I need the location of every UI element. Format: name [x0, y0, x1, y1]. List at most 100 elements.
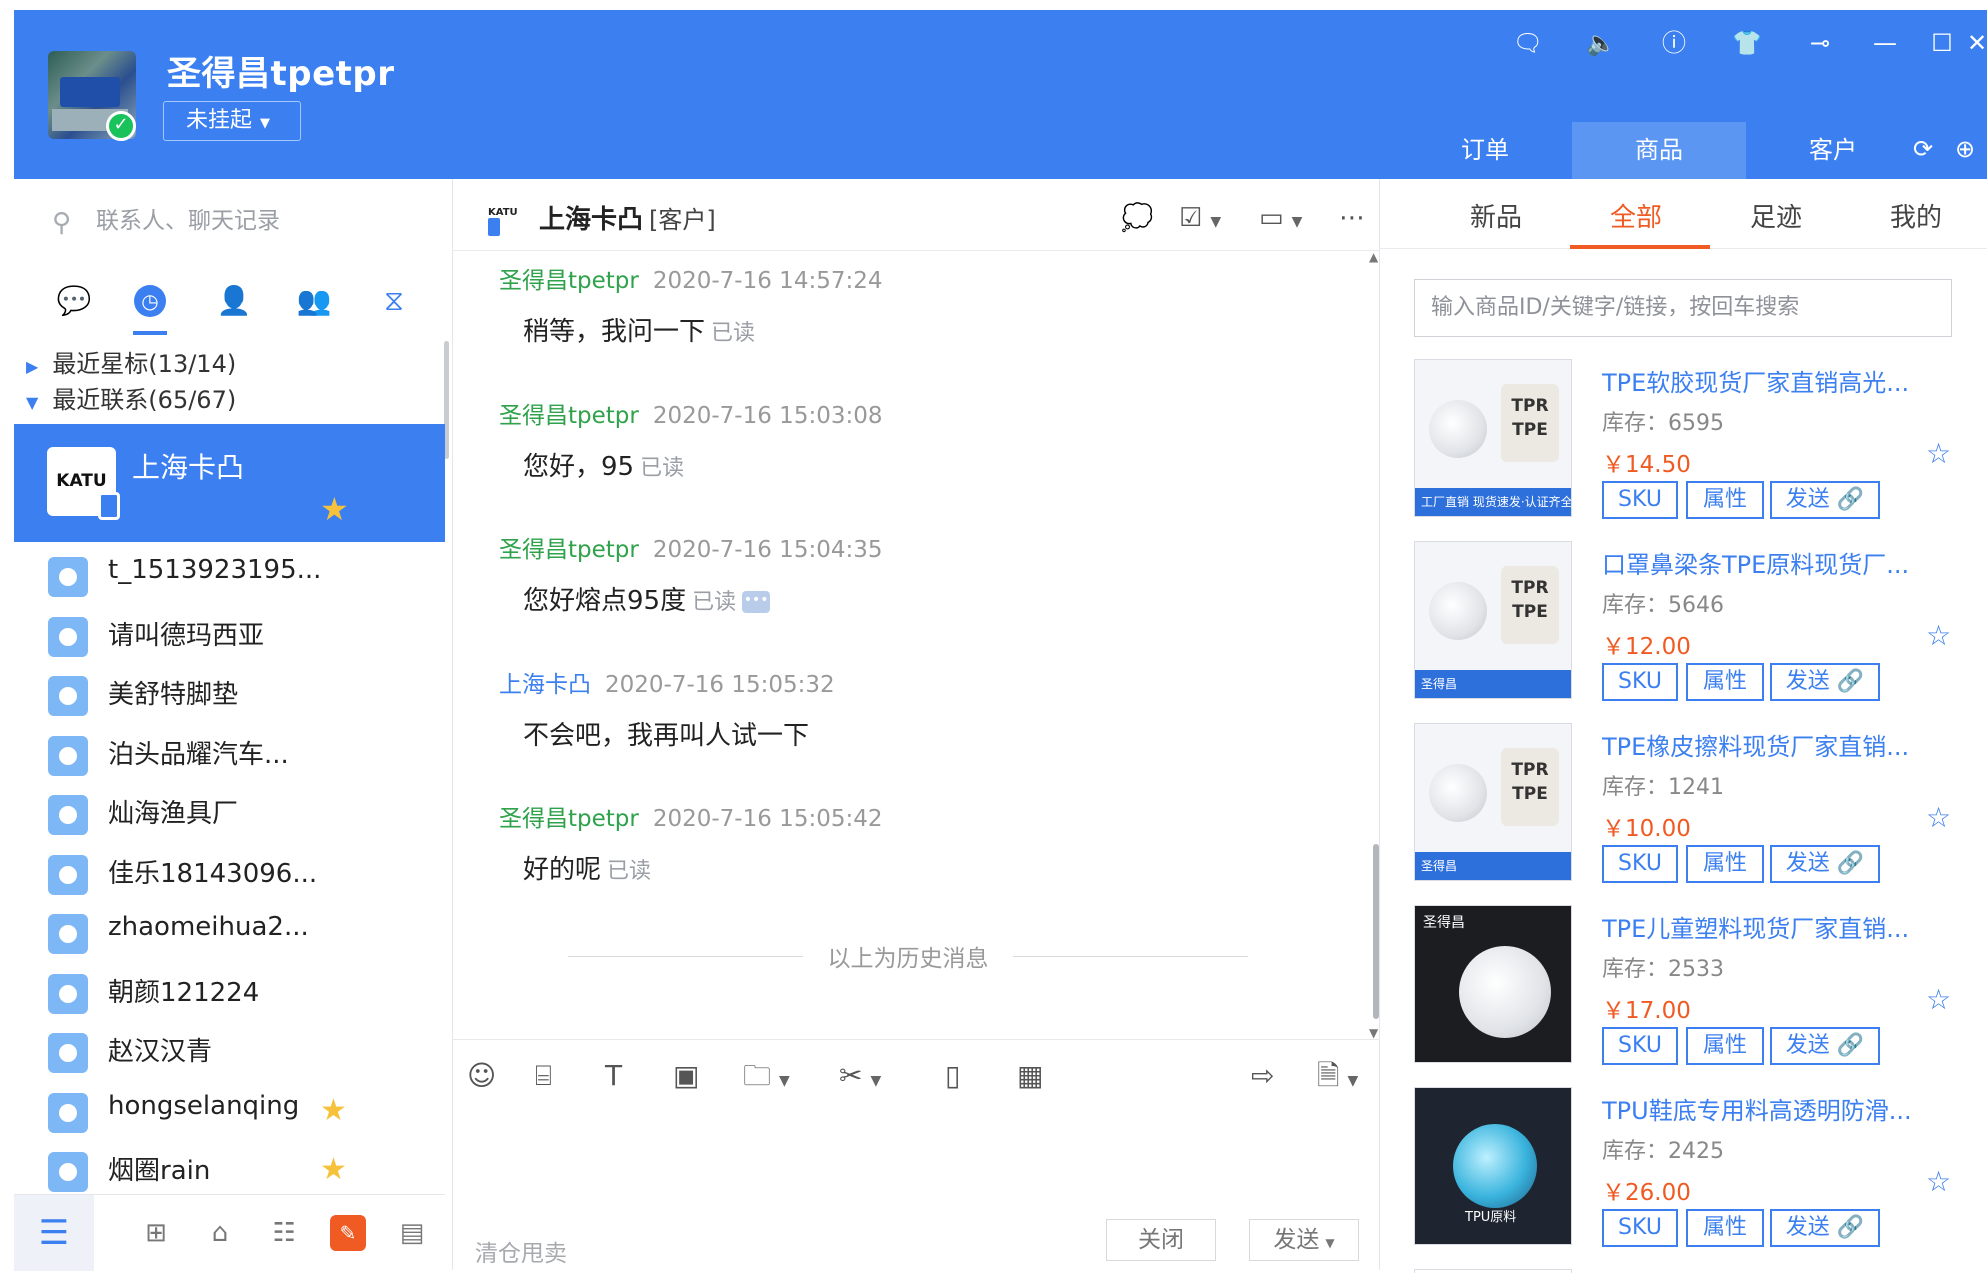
- goods-item[interactable]: 圣得昌 TPE儿童塑料现货厂家直销... 库存：2533 ￥17.00 ☆ SKU 属性 发送…: [1414, 905, 1964, 1067]
- chevron-down-icon[interactable]: ▼: [1348, 1073, 1359, 1089]
- goods-title[interactable]: TPE橡皮擦料现货厂家直销...: [1602, 727, 1912, 762]
- favorite-star-icon[interactable]: ☆: [1926, 1165, 1951, 1198]
- sku-button[interactable]: SKU: [1602, 1209, 1678, 1247]
- tab-orders[interactable]: 订单: [1398, 122, 1572, 179]
- favorite-star-icon[interactable]: ☆: [1926, 619, 1951, 652]
- scroll-down-arrow-icon[interactable]: ▼: [1369, 1026, 1378, 1040]
- scroll-up-arrow-icon[interactable]: ▲: [1369, 250, 1378, 264]
- group-recent-starred[interactable]: ▶ 最近星标(13/14): [26, 347, 236, 381]
- message-sender[interactable]: 圣得昌tpetpr: [499, 403, 639, 429]
- feedback-icon[interactable]: 🗨: [1511, 26, 1545, 60]
- chat-bubble-icon[interactable]: 💬: [54, 281, 94, 321]
- send-goods-button[interactable]: 发送 🔗: [1770, 1027, 1880, 1065]
- message-sender[interactable]: 圣得昌tpetpr: [499, 537, 639, 563]
- attributes-button[interactable]: 属性: [1686, 663, 1764, 701]
- sku-button[interactable]: SKU: [1602, 663, 1678, 701]
- tab-new-goods[interactable]: 新品: [1470, 197, 1522, 234]
- close-button[interactable]: 关闭: [1106, 1219, 1216, 1261]
- app-shortcut-icon[interactable]: ✎: [330, 1215, 366, 1251]
- close-icon[interactable]: ✕: [1967, 26, 1987, 60]
- calculator-icon[interactable]: ▦: [1017, 1058, 1043, 1094]
- scissors-icon[interactable]: ✂ ▼: [839, 1058, 881, 1094]
- favorite-star-icon[interactable]: ☆: [1926, 437, 1951, 470]
- goods-title[interactable]: TPU鞋底专用料高透明防滑...: [1602, 1091, 1912, 1126]
- photo-icon[interactable]: ▣: [673, 1058, 699, 1094]
- attributes-button[interactable]: 属性: [1686, 481, 1764, 519]
- star-icon[interactable]: ★: [320, 1152, 347, 1187]
- sku-button[interactable]: SKU: [1602, 481, 1678, 519]
- text-format-icon[interactable]: T: [605, 1058, 622, 1094]
- tab-goods[interactable]: 商品: [1572, 122, 1746, 179]
- goods-title[interactable]: TPE软胶现货厂家直销高光...: [1602, 363, 1912, 398]
- store-icon[interactable]: ⌂: [202, 1215, 238, 1251]
- more-dots-icon[interactable]: •••: [742, 590, 771, 613]
- quick-reply-icon[interactable]: 💭: [1121, 201, 1153, 235]
- attributes-button[interactable]: 属性: [1686, 1027, 1764, 1065]
- tab-customers[interactable]: 客户: [1746, 122, 1920, 179]
- goods-thumbnail[interactable]: TPU原料: [1414, 1087, 1572, 1245]
- send-button[interactable]: 发送 ▼: [1249, 1219, 1359, 1261]
- contact-item[interactable]: 烟圈rain ★: [14, 1140, 445, 1199]
- emoji-icon[interactable]: ☺: [467, 1058, 496, 1094]
- goods-thumbnail[interactable]: TPR TPE 工厂直销 现货速发·认证齐全: [1414, 359, 1572, 517]
- attributes-button[interactable]: 属性: [1686, 845, 1764, 883]
- folder-icon[interactable]: 🗀 ▼: [743, 1058, 790, 1094]
- sku-button[interactable]: SKU: [1602, 845, 1678, 883]
- goods-item[interactable]: TPU原料 TPU鞋底专用料高透明防滑... 库存：2425 ￥26.00 ☆ SKU 属性…: [1414, 1087, 1964, 1249]
- send-goods-button[interactable]: 发送 🔗: [1770, 845, 1880, 883]
- contact-item[interactable]: 朝颜121224: [14, 962, 445, 1021]
- contact-item[interactable]: 请叫德玛西亚: [14, 605, 445, 664]
- goods-thumbnail[interactable]: TPR TPE 圣得昌: [1414, 723, 1572, 881]
- group-recent-contacts[interactable]: ▼ 最近联系(65/67): [26, 383, 236, 417]
- help-icon[interactable]: ⓘ: [1657, 26, 1691, 60]
- message-sender[interactable]: 上海卡凸: [499, 672, 591, 698]
- image-upload-icon[interactable]: ⌸: [535, 1058, 552, 1094]
- add-circle-icon[interactable]: ⊕: [1948, 132, 1982, 166]
- goods-item[interactable]: TPR TPE 工厂直销 现货速发·认证齐全 TPE软胶现货厂家直销高光... 库存：…: [1414, 359, 1964, 521]
- chevron-down-icon[interactable]: ▼: [1325, 1236, 1334, 1250]
- menu-icon[interactable]: ☰: [14, 1195, 94, 1271]
- goods-item[interactable]: TPR TPE 圣得昌 TPE橡皮擦料现货厂家直销... 库存：1241 ￥10.00 ☆…: [1414, 723, 1964, 885]
- goods-search-input[interactable]: 输入商品ID/关键字/链接，按回车搜索: [1414, 279, 1952, 337]
- send-goods-button[interactable]: 发送 🔗: [1770, 1209, 1880, 1247]
- layout-icon[interactable]: ▤: [394, 1215, 430, 1251]
- minimize-icon[interactable]: —: [1868, 26, 1902, 60]
- favorite-star-icon[interactable]: ☆: [1926, 983, 1951, 1016]
- tab-footprint[interactable]: 足迹: [1750, 197, 1802, 234]
- goods-item[interactable]: TPR TPE 圣得昌 口罩鼻梁条TPE原料现货厂... 库存：5646 ￥12.00 ☆…: [1414, 541, 1964, 703]
- chevron-down-icon[interactable]: ▼: [870, 1073, 881, 1089]
- message-input[interactable]: 清仓甩卖 关闭 发送 ▼: [453, 1109, 1379, 1270]
- more-options-icon[interactable]: ⋯: [1339, 201, 1365, 235]
- group-users-icon[interactable]: 👥: [294, 281, 334, 321]
- status-dropdown[interactable]: 未挂起 ▼: [163, 101, 301, 141]
- single-user-icon[interactable]: 👤: [214, 281, 254, 321]
- chevron-down-icon[interactable]: ▼: [779, 1073, 790, 1089]
- message-sender[interactable]: 圣得昌tpetpr: [499, 268, 639, 294]
- skin-shirt-icon[interactable]: 👕: [1730, 26, 1764, 60]
- vibrate-icon[interactable]: ▯: [945, 1058, 960, 1094]
- goods-title[interactable]: 口罩鼻梁条TPE原料现货厂...: [1602, 545, 1912, 580]
- favorite-star-icon[interactable]: ☆: [1926, 801, 1951, 834]
- forward-icon[interactable]: ⇨: [1251, 1058, 1274, 1094]
- org-tree-icon[interactable]: ⧖: [374, 281, 414, 321]
- tab-all-goods[interactable]: 全部: [1610, 197, 1662, 234]
- goods-thumbnail[interactable]: TPR TPE 圣得昌: [1414, 541, 1572, 699]
- star-icon[interactable]: ★: [320, 490, 349, 528]
- star-icon[interactable]: ★: [320, 1093, 347, 1128]
- chevron-down-icon[interactable]: ▼: [1292, 214, 1303, 230]
- contact-item[interactable]: 赵汉汉青: [14, 1021, 445, 1080]
- goods-thumbnail[interactable]: 圣得昌: [1414, 905, 1572, 1063]
- sku-button[interactable]: SKU: [1602, 1027, 1678, 1065]
- message-sender[interactable]: 圣得昌tpetpr: [499, 806, 639, 832]
- contact-item[interactable]: t_1513923195...: [14, 545, 445, 604]
- contact-item[interactable]: zhaomeihua2...: [14, 902, 445, 961]
- tab-mine[interactable]: 我的: [1890, 197, 1942, 234]
- contact-item-selected[interactable]: KATU 上海卡凸 ★: [14, 424, 445, 542]
- supply-icon[interactable]: ⊞: [138, 1215, 174, 1251]
- recent-clock-icon[interactable]: ◷: [134, 285, 166, 317]
- video-call-icon[interactable]: ▭ ▼: [1259, 201, 1302, 235]
- send-goods-button[interactable]: 发送 🔗: [1770, 663, 1880, 701]
- refresh-icon[interactable]: ⟳: [1906, 132, 1940, 166]
- contact-item[interactable]: 美舒特脚垫: [14, 664, 445, 723]
- contact-item[interactable]: 灿海渔具厂: [14, 783, 445, 842]
